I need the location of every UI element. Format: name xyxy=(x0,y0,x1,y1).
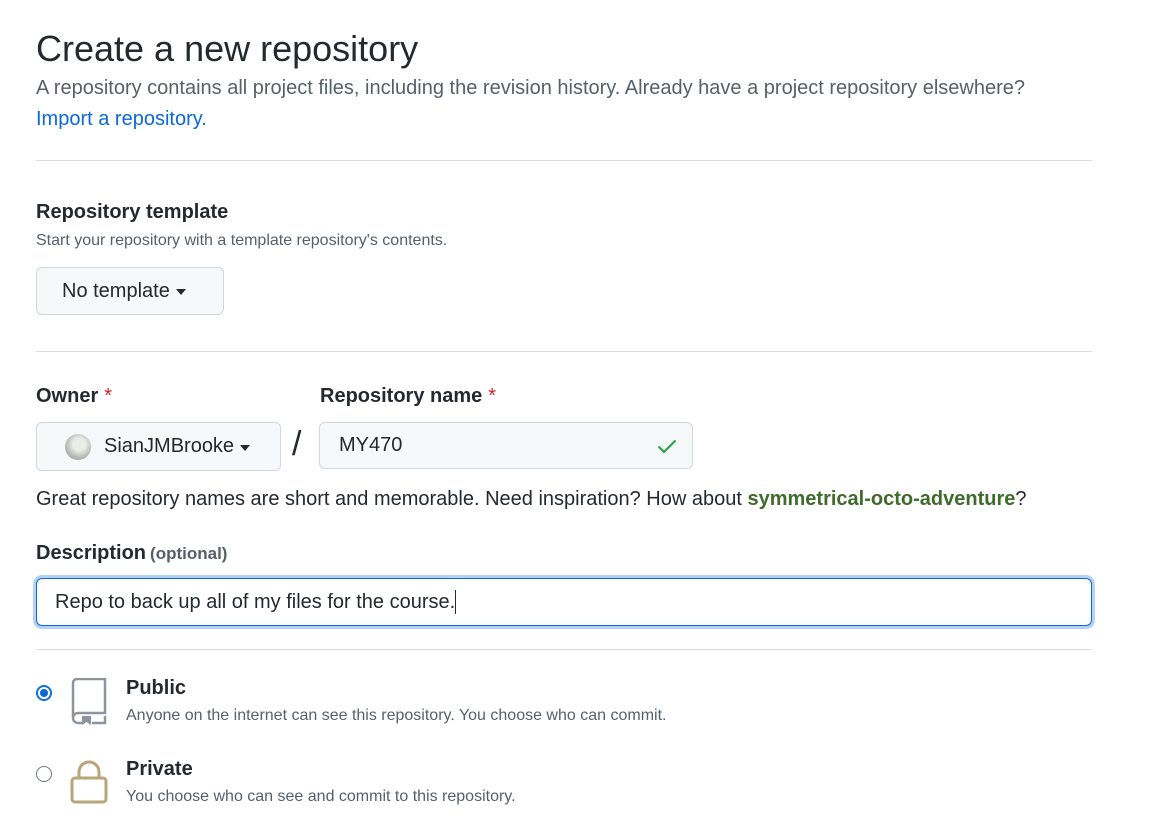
text-cursor xyxy=(455,590,457,614)
repository-name-label-text: Repository name xyxy=(320,385,483,407)
template-dropdown-button[interactable]: No template xyxy=(36,267,224,315)
visibility-public-radio[interactable] xyxy=(36,685,52,701)
lock-icon xyxy=(70,760,108,804)
repository-name-label: Repository name * xyxy=(320,385,496,408)
avatar xyxy=(65,433,91,460)
page-subtitle: A repository contains all project files,… xyxy=(36,77,1026,99)
repository-name-value: MY470 xyxy=(339,434,403,456)
repo-icon xyxy=(71,678,107,725)
owner-value: SianJMBrooke xyxy=(104,435,235,457)
required-mark: * xyxy=(104,385,113,407)
owner-label-text: Owner xyxy=(36,385,99,407)
check-icon xyxy=(658,440,676,454)
description-input[interactable]: Repo to back up all of my files for the … xyxy=(36,578,1092,626)
visibility-private-radio[interactable] xyxy=(36,766,52,782)
description-value: Repo to back up all of my files for the … xyxy=(55,590,456,613)
owner-dropdown-button[interactable]: SianJMBrooke xyxy=(36,422,281,471)
visibility-private-description: You choose who can see and commit to thi… xyxy=(126,788,516,805)
template-button-label: No template xyxy=(62,279,170,302)
template-label: Repository template xyxy=(36,201,229,223)
chevron-down-icon xyxy=(240,444,251,451)
visibility-public-description: Anyone on the internet can see this repo… xyxy=(126,707,667,724)
page-title: Create a new repository xyxy=(36,28,419,69)
required-mark: * xyxy=(488,385,497,407)
visibility-public-title: Public xyxy=(126,677,187,699)
suggested-name-link[interactable]: symmetrical-octo-adventure xyxy=(747,488,1015,510)
description-label: Description (optional) xyxy=(36,542,227,565)
hint-suffix: ? xyxy=(1015,488,1027,510)
divider xyxy=(36,649,1092,650)
visibility-private-title: Private xyxy=(126,758,193,780)
owner-label: Owner * xyxy=(36,385,112,408)
import-repository-link[interactable]: Import a repository. xyxy=(36,108,207,131)
chevron-down-icon xyxy=(175,289,186,295)
description-label-text: Description xyxy=(36,542,147,564)
repository-name-input[interactable]: MY470 xyxy=(319,422,693,469)
owner-name-separator: / xyxy=(292,425,302,463)
divider xyxy=(36,351,1092,352)
optional-tag: (optional) xyxy=(150,544,228,563)
hint-text: Great repository names are short and mem… xyxy=(36,488,748,510)
name-suggestion-hint: Great repository names are short and mem… xyxy=(36,488,1026,511)
divider xyxy=(36,160,1092,161)
template-help-text: Start your repository with a template re… xyxy=(36,232,448,249)
